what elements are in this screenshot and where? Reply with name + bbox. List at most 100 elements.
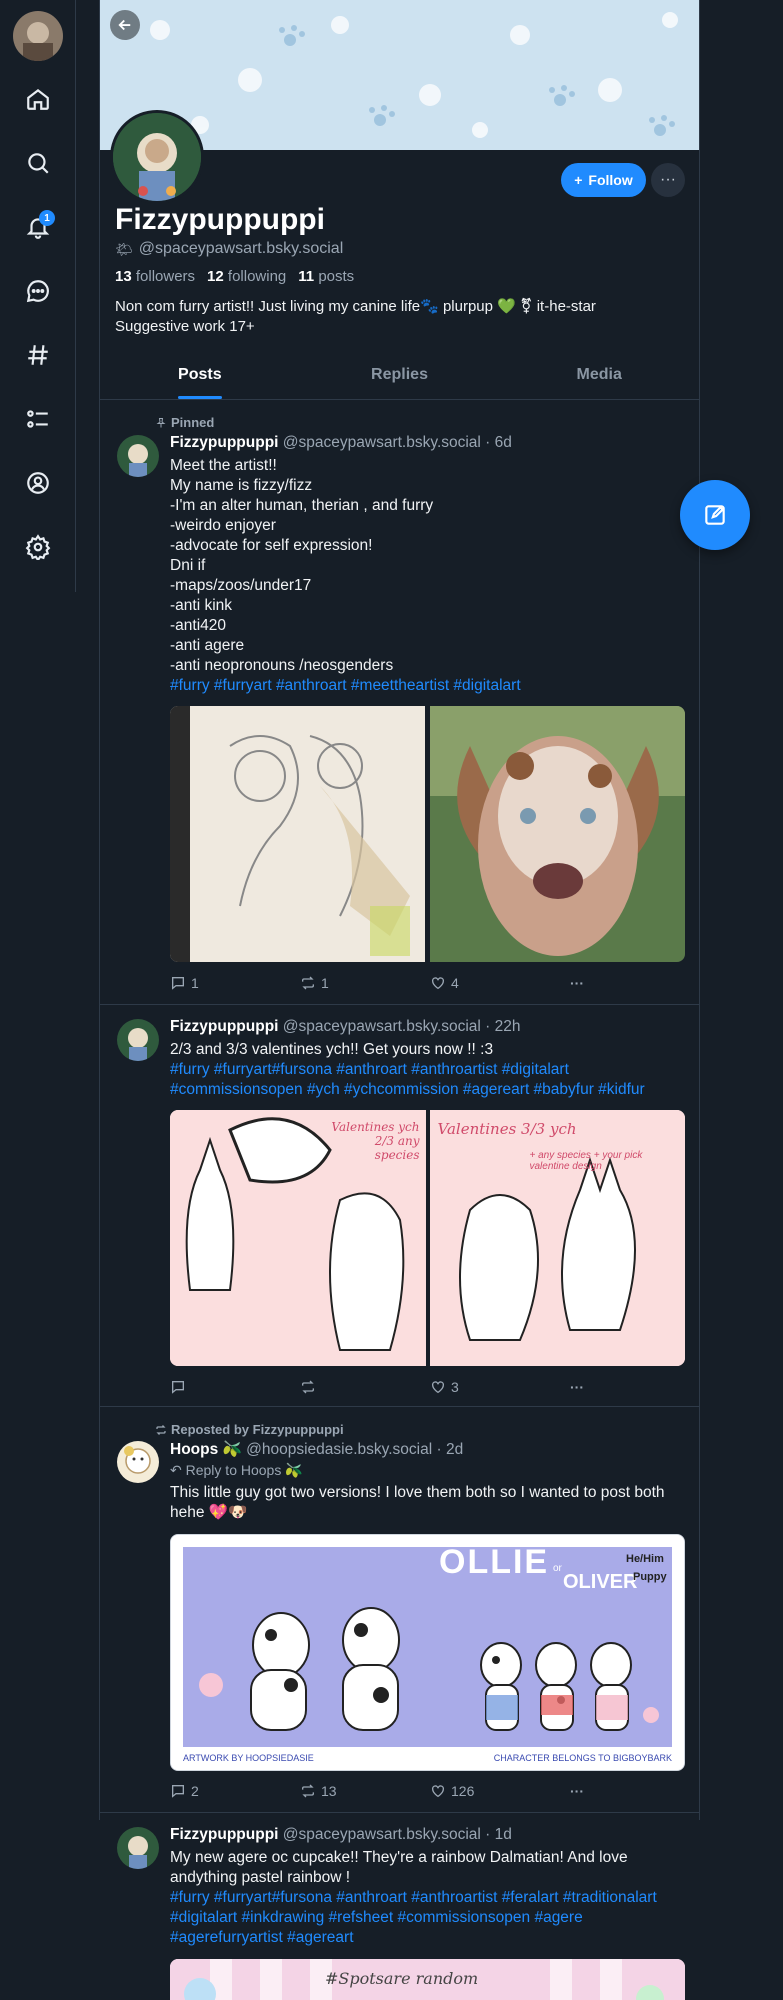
cupcake-image[interactable]: #Spotsare random [170, 1959, 685, 2000]
ych-image-2-sub: + any species + your pick valentine desi… [529, 1150, 643, 1172]
tab-posts[interactable]: Posts [100, 356, 300, 399]
author-handle[interactable]: @spaceypawsart.bsky.social · 6d [283, 434, 512, 451]
profile-avatar[interactable] [110, 110, 204, 204]
post-actions: 2 13 126 ··· [170, 1781, 590, 1801]
repost-button[interactable] [300, 1379, 430, 1395]
author-handle[interactable]: @spaceypawsart.bsky.social · 22h [283, 1018, 521, 1035]
post-actions: 1 1 4 ··· [170, 973, 590, 993]
tab-media[interactable]: Media [499, 356, 699, 399]
search-icon[interactable] [19, 144, 57, 182]
follow-button[interactable]: + Follow [561, 163, 646, 197]
post-more-button[interactable]: ··· [570, 975, 584, 991]
reply-arrow-icon: ↶ [170, 1462, 182, 1478]
post-hashtags[interactable]: #furry #furryart#fursona #anthroart #ant… [170, 1888, 690, 1908]
profile-handle: @spaceypawsart.bsky.social [138, 240, 344, 257]
back-button[interactable] [110, 10, 140, 40]
repost-icon [302, 1784, 314, 1798]
like-button[interactable]: 4 [430, 975, 570, 991]
follow-label: Follow [588, 172, 633, 188]
like-button[interactable]: 126 [430, 1783, 570, 1799]
post-hashtags[interactable]: #agerefurryartist #agereart [170, 1928, 690, 1948]
reply-button[interactable]: 2 [170, 1783, 300, 1799]
home-icon[interactable] [19, 80, 57, 118]
ych-image-1[interactable]: Valentines ych 2/3 any species [170, 1110, 426, 1366]
cupcake-image-text: #Spotsare random [325, 1969, 479, 1988]
ych-image-2[interactable]: Valentines 3/3 ych + any species + your … [429, 1110, 685, 1366]
post-text: Meet the artist!! My name is fizzy/fizz … [170, 456, 690, 696]
post-text: This little guy got two versions! I love… [170, 1484, 665, 1521]
repost-icon [302, 976, 314, 990]
heart-icon [432, 1381, 444, 1394]
reply-icon [172, 1785, 184, 1798]
author-handle[interactable]: @hoopsiedasie.bsky.social · 2d [246, 1441, 463, 1458]
pinned-label: Pinned [155, 415, 214, 430]
post-hashtags[interactable]: #commissionsopen #ych #ychcommission #ag… [170, 1080, 690, 1100]
ollie-refsheet-image[interactable]: OLLIE or OLIVER He/Him Puppy Artwork by … [171, 1535, 684, 1770]
ref-title: OLLIE [439, 1543, 550, 1581]
reply-to-label[interactable]: ↶ Reply to Hoops 🫒 [170, 1462, 303, 1479]
notification-badge: 1 [39, 210, 55, 226]
post-hashtags[interactable]: #furry #furryart #anthroart #meetthearti… [170, 676, 690, 696]
ref-species: Puppy [633, 1571, 667, 1583]
reply-icon [172, 1381, 184, 1394]
post-images[interactable]: OLLIE or OLIVER He/Him Puppy Artwork by … [170, 1534, 685, 1771]
post-more-button[interactable]: ··· [570, 1783, 584, 1799]
author-avatar[interactable] [117, 1019, 159, 1061]
sketch-image[interactable] [170, 706, 426, 962]
author-name[interactable]: Fizzypuppuppi [170, 1018, 278, 1035]
profile-tabs: Posts Replies Media [100, 356, 699, 400]
author-name[interactable]: Fizzypuppuppi [170, 1826, 278, 1843]
author-avatar[interactable] [117, 1827, 159, 1869]
author-avatar[interactable] [117, 1441, 159, 1483]
author-name[interactable]: Fizzypuppuppi [170, 434, 278, 451]
post-item[interactable]: Pinned Fizzypuppuppi @spaceypawsart.bsky… [100, 401, 699, 1005]
post-text: My new agere oc cupcake!! They're a rain… [170, 1848, 690, 1948]
repost-button[interactable]: 1 [300, 975, 430, 991]
post-images[interactable]: #Spotsare random [170, 1959, 685, 2000]
like-button[interactable]: 3 [430, 1379, 570, 1395]
notifications-icon[interactable]: 1 [19, 208, 57, 246]
nav-rail: 1 [0, 0, 76, 592]
post-hashtags[interactable]: #furry #furryart#fursona #anthroart #ant… [170, 1060, 690, 1080]
display-name: Fizzypuppuppi [115, 203, 325, 236]
ref-credit-artist: Artwork by HoopsieDasie [183, 1753, 314, 1763]
heart-icon [432, 1785, 444, 1798]
profile-stats: 13 followers 12 following 11 posts [115, 268, 354, 285]
dog-photo[interactable] [429, 706, 685, 962]
post-actions: 3 ··· [170, 1377, 590, 1397]
post-images[interactable] [170, 706, 685, 962]
heart-icon [432, 977, 444, 990]
post-item[interactable]: Fizzypuppuppi @spaceypawsart.bsky.social… [100, 1813, 699, 2000]
post-hashtags[interactable]: #digitalart #inkdrawing #refsheet #commi… [170, 1908, 690, 1928]
profile-more-button[interactable]: ··· [651, 163, 685, 197]
chat-icon[interactable] [19, 272, 57, 310]
post-more-button[interactable]: ··· [570, 1379, 584, 1395]
ych-image-1-text: Valentines ych 2/3 any species [331, 1120, 420, 1162]
reply-button[interactable]: 1 [170, 975, 300, 991]
reply-icon [172, 977, 184, 990]
author-name[interactable]: Hoops 🫒 [170, 1441, 242, 1458]
post-item[interactable]: Fizzypuppuppi @spaceypawsart.bsky.social… [100, 1005, 699, 1407]
sun-emoji-icon: 🌤 [115, 240, 133, 257]
tab-replies[interactable]: Replies [300, 356, 500, 399]
author-avatar[interactable] [117, 435, 159, 477]
reply-button[interactable] [170, 1379, 300, 1395]
lists-icon[interactable] [19, 400, 57, 438]
author-handle[interactable]: @spaceypawsart.bsky.social · 1d [283, 1826, 512, 1843]
profile-bio: Non com furry artist!! Just living my ca… [115, 298, 596, 335]
my-avatar[interactable] [13, 11, 63, 61]
followers-link[interactable]: 13 followers [115, 268, 195, 285]
ych-image-2-text: Valentines 3/3 ych [437, 1120, 577, 1138]
post-images[interactable]: Valentines ych 2/3 any species Valentine… [170, 1110, 685, 1366]
following-link[interactable]: 12 following [207, 268, 286, 285]
post-text: 2/3 and 3/3 valentines ych!! Get yours n… [170, 1040, 690, 1100]
hashtag-icon[interactable] [19, 336, 57, 374]
post-item[interactable]: Reposted by Fizzypuppuppi Hoops 🫒 @hoops… [100, 1407, 699, 1813]
pin-icon [156, 417, 166, 427]
profile-icon[interactable] [19, 464, 57, 502]
repost-button[interactable]: 13 [300, 1783, 430, 1799]
repost-icon [156, 1424, 166, 1435]
column-border-right [699, 0, 700, 1820]
settings-icon[interactable] [19, 528, 57, 566]
reposted-by-label[interactable]: Reposted by Fizzypuppuppi [155, 1422, 344, 1437]
